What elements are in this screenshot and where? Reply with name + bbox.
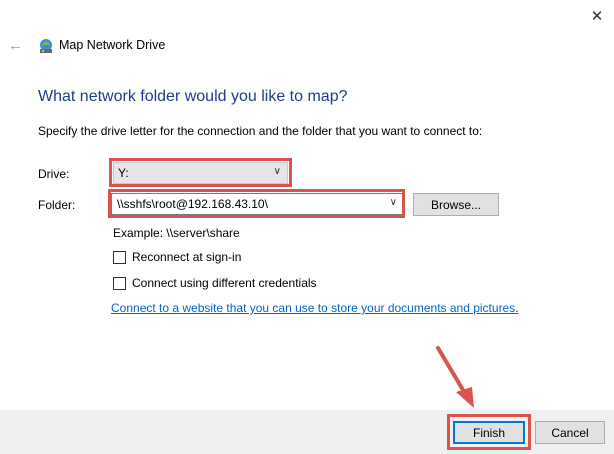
credentials-label: Connect using different credentials — [132, 276, 317, 290]
instruction-text: Specify the drive letter for the connect… — [38, 124, 483, 138]
folder-highlight-box — [108, 189, 405, 218]
network-drive-icon — [40, 39, 52, 53]
back-button[interactable]: ← — [8, 37, 26, 55]
drive-highlight-box — [109, 158, 292, 187]
reconnect-checkbox[interactable] — [113, 250, 126, 264]
cancel-button[interactable]: Cancel — [535, 421, 605, 444]
website-link[interactable]: Connect to a website that you can use to… — [111, 301, 515, 315]
example-text: Example: \\server\share — [113, 226, 240, 240]
back-arrow-icon: ← — [8, 37, 23, 54]
folder-label: Folder: — [38, 198, 76, 212]
browse-button[interactable]: Browse... — [413, 193, 499, 216]
credentials-checkbox[interactable] — [113, 276, 126, 290]
window-title: Map Network Drive — [59, 38, 166, 52]
link-period: . — [515, 301, 519, 315]
reconnect-checkbox-row[interactable]: Reconnect at sign-in — [113, 250, 241, 264]
close-button[interactable]: ✕ — [584, 4, 610, 28]
drive-label: Drive: — [38, 167, 70, 181]
reconnect-label: Reconnect at sign-in — [132, 250, 242, 264]
credentials-checkbox-row[interactable]: Connect using different credentials — [113, 276, 317, 290]
close-icon: ✕ — [590, 8, 604, 25]
website-link-row: Connect to a website that you can use to… — [111, 301, 519, 315]
finish-button[interactable]: Finish — [453, 421, 525, 444]
annotation-arrow-icon — [436, 346, 474, 408]
page-heading: What network folder would you like to ma… — [38, 88, 348, 105]
